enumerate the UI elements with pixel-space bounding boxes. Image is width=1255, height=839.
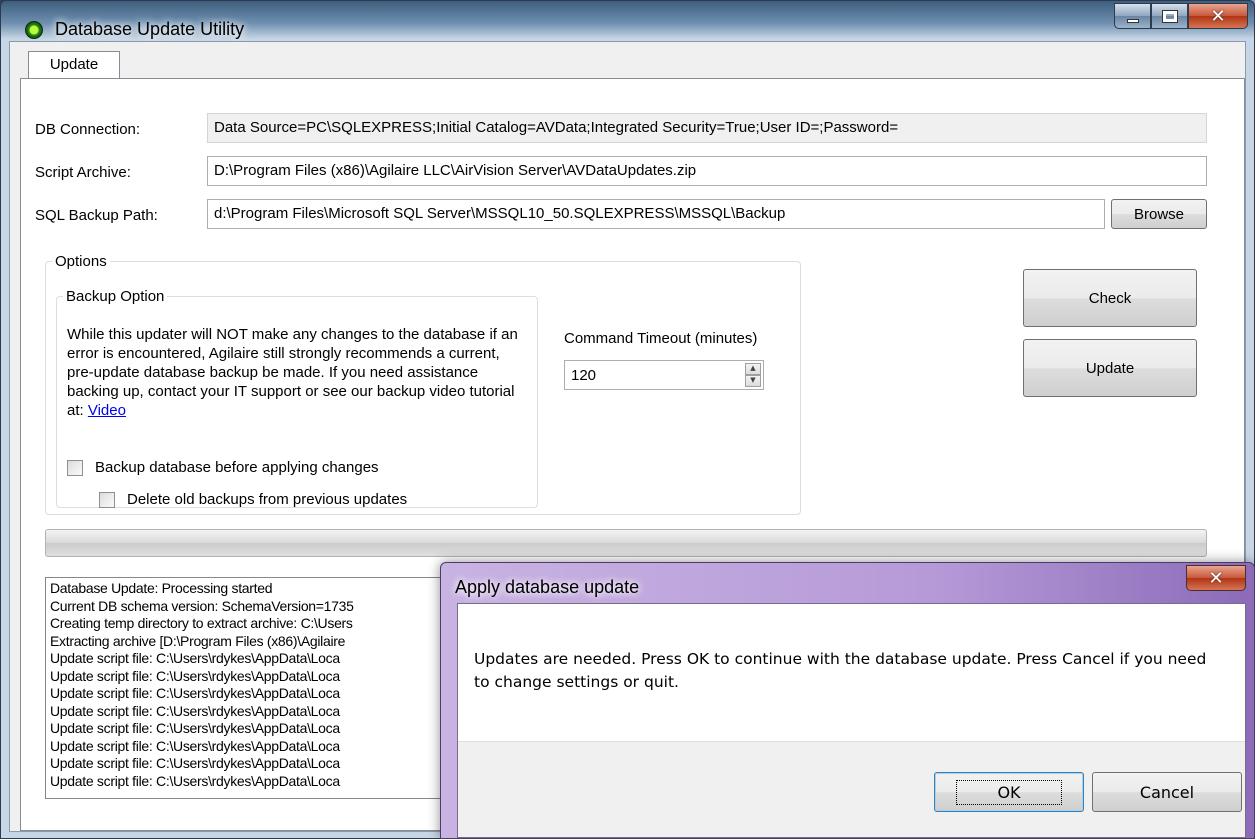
dialog-body: Updates are needed. Press OK to continue…	[457, 603, 1246, 838]
sql-backup-path-field[interactable]: d:\Program Files\Microsoft SQL Server\MS…	[207, 199, 1105, 229]
title-bar[interactable]: Database Update Utility ✕	[1, 1, 1254, 41]
close-button[interactable]: ✕	[1188, 3, 1248, 29]
update-button[interactable]: Update	[1023, 339, 1197, 397]
maximize-icon	[1161, 9, 1178, 23]
checkbox-box[interactable]	[67, 459, 83, 476]
backup-advice-body: While this updater will NOT make any cha…	[67, 326, 518, 419]
backup-option-label: Backup Option	[66, 288, 165, 305]
close-icon: ✕	[1210, 5, 1226, 27]
backup-database-checkbox-label: Backup database before applying changes	[95, 459, 379, 476]
video-link[interactable]: Video	[88, 402, 126, 419]
backup-database-checkbox[interactable]: Backup database before applying changes	[67, 459, 379, 476]
dialog-message: Updates are needed. Press OK to continue…	[474, 650, 1207, 691]
options-group: Options Backup Option While this updater…	[45, 253, 801, 515]
apply-update-dialog: Apply database update ✕ Updates are need…	[440, 562, 1255, 839]
update-progress-bar	[45, 529, 1207, 557]
tab-update[interactable]: Update	[28, 51, 120, 79]
command-timeout-label: Command Timeout (minutes)	[564, 330, 758, 347]
backup-option-group: Backup Option While this updater will NO…	[56, 288, 538, 508]
options-group-label: Options	[55, 253, 107, 270]
spinner-arrows: ▲ ▼	[745, 363, 761, 387]
db-connection-label: DB Connection:	[35, 121, 141, 138]
dialog-footer: OK Cancel	[458, 741, 1245, 837]
minimize-icon	[1126, 19, 1139, 23]
minimize-button[interactable]	[1114, 3, 1151, 29]
sql-backup-path-label: SQL Backup Path:	[35, 207, 158, 224]
dialog-close-button[interactable]: ✕	[1186, 565, 1246, 591]
cancel-button[interactable]: Cancel	[1092, 772, 1242, 812]
window-title: Database Update Utility	[55, 19, 245, 39]
ok-button[interactable]: OK	[934, 772, 1084, 812]
spin-up-icon[interactable]: ▲	[745, 363, 761, 375]
backup-advice-text: While this updater will NOT make any cha…	[67, 325, 527, 420]
command-timeout-spinner[interactable]: 120 ▲ ▼	[564, 360, 764, 390]
check-button[interactable]: Check	[1023, 269, 1197, 327]
app-status-icon	[25, 21, 43, 39]
caption-buttons: ✕	[1114, 3, 1248, 29]
delete-old-backups-checkbox[interactable]: Delete old backups from previous updates	[99, 491, 407, 508]
browse-button[interactable]: Browse	[1111, 199, 1207, 229]
checkbox-box[interactable]	[99, 491, 115, 508]
dialog-title: Apply database update	[455, 577, 640, 597]
delete-old-backups-checkbox-label: Delete old backups from previous updates	[127, 491, 408, 508]
script-archive-label: Script Archive:	[35, 164, 131, 181]
script-archive-field[interactable]: D:\Program Files (x86)\Agilaire LLC\AirV…	[207, 156, 1207, 186]
tab-strip: Update	[10, 42, 1245, 79]
command-timeout-value[interactable]: 120	[571, 367, 596, 384]
db-connection-field[interactable]: Data Source=PC\SQLEXPRESS;Initial Catalo…	[207, 113, 1207, 143]
maximize-button[interactable]	[1151, 3, 1188, 29]
ok-button-label: OK	[956, 779, 1062, 805]
close-icon: ✕	[1208, 567, 1224, 589]
spin-down-icon[interactable]: ▼	[745, 375, 761, 387]
